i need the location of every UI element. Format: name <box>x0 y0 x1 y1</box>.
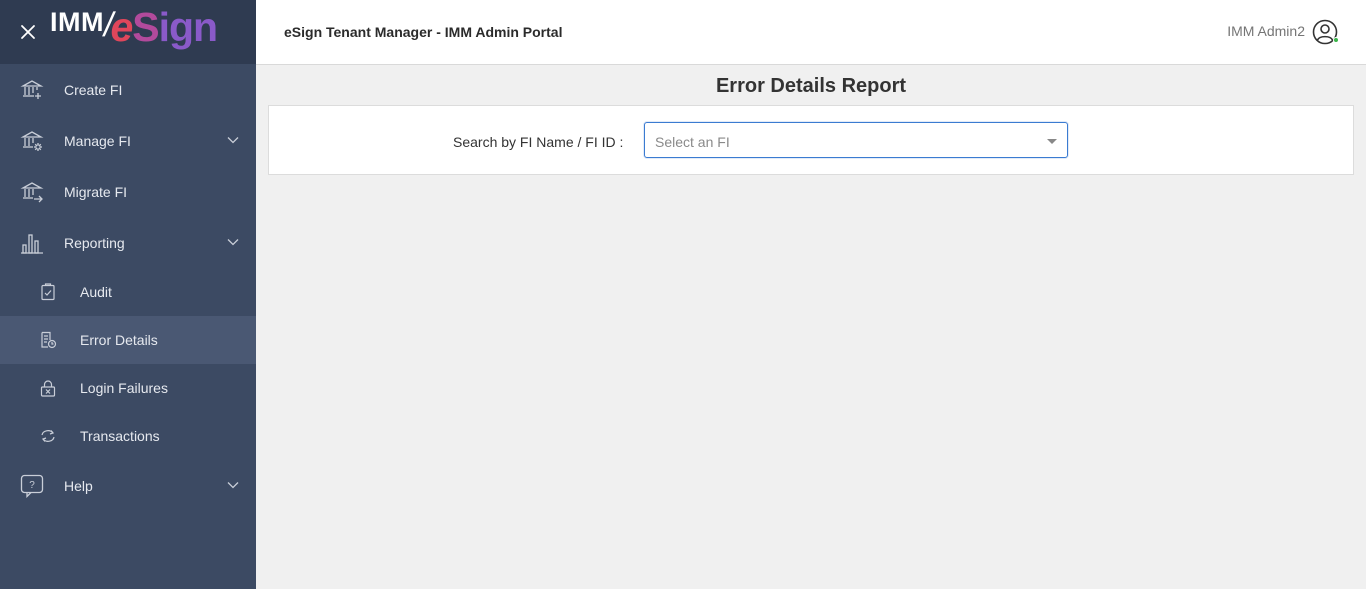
imm-esign-logo: IMM / eSign <box>50 4 218 50</box>
bar-chart-icon <box>20 231 44 255</box>
sidebar-item-label: Migrate FI <box>64 183 128 200</box>
online-status-dot <box>1333 37 1339 43</box>
sidebar-item-help[interactable]: ? Help <box>0 460 256 511</box>
sidebar-subitem-label: Transactions <box>80 428 160 444</box>
lock-x-icon <box>38 378 58 398</box>
cycle-arrows-icon <box>38 426 58 446</box>
sidebar-item-label: Create FI <box>64 81 123 98</box>
sidebar: IMM / eSign Create FI Manage FI Migrate … <box>0 0 256 589</box>
sidebar-item-label: Reporting <box>64 234 125 251</box>
sidebar-item-label: Help <box>64 477 93 494</box>
sidebar-subitem-label: Login Failures <box>80 380 168 396</box>
user-name[interactable]: IMM Admin2 <box>1227 23 1305 39</box>
svg-text:?: ? <box>29 480 35 491</box>
sidebar-item-reporting[interactable]: Reporting <box>0 217 256 268</box>
sidebar-subitem-login-failures[interactable]: Login Failures <box>0 364 256 412</box>
clipboard-check-icon <box>38 282 58 302</box>
sidebar-item-migrate-fi[interactable]: Migrate FI <box>0 166 256 217</box>
search-label: Search by FI Name / FI ID : <box>453 134 624 150</box>
sidebar-subitem-label: Error Details <box>80 332 158 348</box>
chevron-down-icon <box>227 137 239 144</box>
sidebar-item-label: Manage FI <box>64 132 131 149</box>
fi-select-dropdown[interactable]: Select an FI <box>644 122 1068 158</box>
sidebar-subitem-error-details[interactable]: Error Details <box>0 316 256 364</box>
page-title: Error Details Report <box>715 75 907 97</box>
caret-down-icon <box>1047 139 1057 144</box>
document-clock-icon <box>38 330 58 350</box>
chevron-down-icon <box>227 239 239 246</box>
sidebar-subitem-audit[interactable]: Audit <box>0 268 256 316</box>
sidebar-item-create-fi[interactable]: Create FI <box>0 64 256 115</box>
sidebar-subitem-label: Audit <box>80 284 112 300</box>
help-bubble-icon: ? <box>20 474 44 498</box>
fi-select-placeholder: Select an FI <box>655 134 730 150</box>
sidebar-nav: Create FI Manage FI Migrate FI Reporting… <box>0 64 256 511</box>
close-menu-button[interactable] <box>0 0 56 64</box>
bank-gear-icon <box>20 129 44 153</box>
top-header: eSign Tenant Manager - IMM Admin Portal … <box>256 0 1366 65</box>
search-panel: Search by FI Name / FI ID : Select an FI <box>268 105 1354 175</box>
brand-bar: IMM / eSign <box>0 0 256 64</box>
sidebar-item-manage-fi[interactable]: Manage FI <box>0 115 256 166</box>
sidebar-subitem-transactions[interactable]: Transactions <box>0 412 256 460</box>
bank-plus-icon <box>20 78 44 102</box>
chevron-down-icon <box>227 482 239 489</box>
portal-title: eSign Tenant Manager - IMM Admin Portal <box>284 24 563 40</box>
bank-arrow-icon <box>20 180 44 204</box>
close-icon <box>21 25 35 39</box>
